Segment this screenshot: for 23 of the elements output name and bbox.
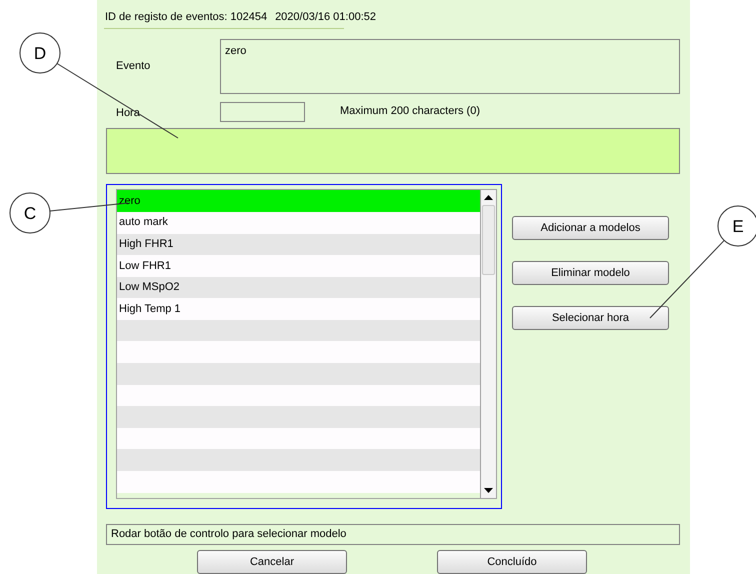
dialog-button[interactable]: Concluído [437,550,587,574]
template-item[interactable]: High FHR1 [117,234,480,256]
dialog-button[interactable]: Cancelar [197,550,347,574]
event-label: Evento [116,58,150,74]
template-item[interactable]: auto mark [117,212,480,234]
template-item[interactable]: Low MSpO2 [117,276,480,298]
time-field[interactable] [220,102,305,122]
status-field: Rodar botão de controlo para selecionar modelo [106,524,680,545]
action-button[interactable]: Eliminar modelo [512,261,669,286]
note-field[interactable] [106,128,680,174]
scroll-thumb[interactable] [482,205,495,276]
record-id: ID de registo de eventos: 102454 [105,10,268,25]
event-field[interactable]: zero [220,38,680,94]
scrollbar[interactable] [480,189,497,500]
callout-marker: D [20,32,60,74]
action-button[interactable]: Adicionar a modelos [512,216,669,240]
action-button[interactable]: Selecionar hora [512,306,669,330]
template-item[interactable]: High Temp 1 [117,298,480,320]
template-item[interactable]: Low FHR1 [117,255,480,277]
timestamp: 2020/03/16 01:00:52 [275,10,376,25]
callout-marker: C [10,192,50,234]
character-count: Maximum 200 characters (0) [340,104,480,120]
callout-marker: E [718,206,756,246]
